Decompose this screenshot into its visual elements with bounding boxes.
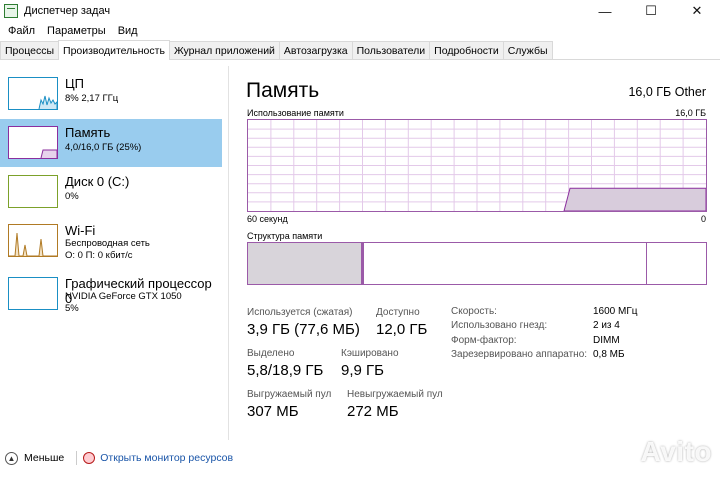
sidebar-item-wifi[interactable]: Wi-Fi Беспроводная сеть О: 0 П: 0 кбит/с [0, 217, 222, 265]
nonpaged-pool-label: Невыгружаемый пул [347, 389, 443, 400]
paged-pool-value: 307 МБ [247, 403, 299, 420]
sidebar-item-memory[interactable]: Память 4,0/16,0 ГБ (25%) [0, 119, 222, 167]
gpu-thumbnail [8, 277, 58, 310]
tab-processes[interactable]: Процессы [0, 41, 60, 59]
menu-view[interactable]: Вид [112, 25, 144, 37]
disk-subtitle: 0% [65, 191, 79, 202]
tab-startup[interactable]: Автозагрузка [278, 41, 353, 59]
committed-label: Выделено [247, 348, 295, 359]
usage-graph-label: Использование памяти [247, 108, 344, 118]
menu-bar: Файл Параметры Вид [0, 22, 720, 40]
resource-monitor-icon[interactable] [83, 452, 96, 464]
tab-performance[interactable]: Производительность [58, 40, 170, 60]
paged-pool-label: Выгружаемый пул [247, 389, 332, 400]
cpu-subtitle: 8% 2,17 ГГц [65, 93, 119, 104]
tab-services[interactable]: Службы [502, 41, 553, 59]
wifi-throughput: О: 0 П: 0 кбит/с [65, 250, 133, 261]
tab-app-history[interactable]: Журнал приложений [168, 41, 280, 59]
speed-value: 1600 МГц [593, 306, 638, 317]
avito-watermark: Avito [640, 436, 712, 467]
composition-in-use [248, 243, 362, 284]
wifi-subtitle: Беспроводная сеть [65, 238, 150, 249]
reserved-label: Зарезервировано аппаратно: [451, 349, 588, 360]
minimize-button[interactable]: — [582, 0, 628, 22]
sidebar-item-cpu[interactable]: ЦП 8% 2,17 ГГц [0, 70, 222, 118]
memory-title: Память [65, 125, 111, 140]
resource-list: ЦП 8% 2,17 ГГц Память 4,0/16,0 ГБ (25%) … [0, 70, 222, 440]
sidebar-item-gpu[interactable]: Графический процессор 0 NVIDIA GeForce G… [0, 270, 222, 318]
slots-value: 2 из 4 [593, 320, 620, 331]
committed-value: 5,8/18,9 ГБ [247, 362, 324, 379]
chevron-up-icon[interactable]: ▲ [5, 451, 18, 465]
panel-divider[interactable] [228, 66, 229, 440]
cached-value: 9,9 ГБ [341, 362, 384, 379]
tab-details[interactable]: Подробности [429, 41, 504, 59]
cpu-title: ЦП [65, 76, 84, 91]
composition-standby-edge [646, 243, 647, 284]
window-title: Диспетчер задач [24, 5, 111, 17]
maximize-button[interactable]: ☐ [628, 0, 674, 22]
disk-thumbnail [8, 175, 58, 208]
gpu-usage: 5% [65, 303, 79, 314]
usage-area [563, 187, 706, 211]
memory-total: 16,0 ГБ Other [628, 85, 706, 99]
cached-label: Кэшировано [341, 348, 399, 359]
memory-subtitle: 4,0/16,0 ГБ (25%) [65, 142, 142, 153]
open-resource-monitor-link[interactable]: Открыть монитор ресурсов [100, 452, 233, 464]
graph-x-left: 60 секунд [247, 214, 288, 224]
window-controls: — ☐ ✕ [582, 0, 720, 22]
composition-modified [362, 243, 364, 284]
fewer-details-button[interactable]: Меньше [24, 452, 64, 464]
wifi-thumbnail [8, 224, 58, 257]
structure-label: Структура памяти [247, 231, 323, 241]
memory-usage-graph [247, 119, 707, 212]
bottom-bar: ▲ Меньше Открыть монитор ресурсов [0, 448, 720, 468]
in-use-label: Используется (сжатая) [247, 307, 353, 318]
task-manager-icon [4, 4, 18, 18]
tab-bar: Процессы Производительность Журнал прило… [0, 40, 720, 60]
graph-x-right: 0 [700, 214, 706, 224]
menu-options[interactable]: Параметры [41, 25, 112, 37]
footer-separator [76, 451, 78, 465]
form-factor-value: DIMM [593, 335, 620, 346]
nonpaged-pool-value: 272 МБ [347, 403, 399, 420]
title-bar: Диспетчер задач — ☐ ✕ [0, 0, 720, 22]
in-use-value: 3,9 ГБ (77,6 МБ) [247, 321, 360, 338]
disk-title: Диск 0 (C:) [65, 174, 130, 189]
available-label: Доступно [376, 307, 420, 318]
usage-graph-max: 16,0 ГБ [675, 108, 706, 118]
close-button[interactable]: ✕ [674, 0, 720, 22]
slots-label: Использовано гнезд: [451, 320, 548, 331]
form-factor-label: Форм-фактор: [451, 335, 517, 346]
available-value: 12,0 ГБ [376, 321, 428, 338]
usage-graph-canvas [248, 120, 706, 211]
sidebar-item-disk[interactable]: Диск 0 (C:) 0% [0, 168, 222, 216]
reserved-value: 0,8 МБ [593, 349, 625, 360]
speed-label: Скорость: [451, 306, 497, 317]
cpu-thumbnail [8, 77, 58, 110]
memory-composition-bar [247, 242, 707, 285]
menu-file[interactable]: Файл [2, 25, 41, 37]
wifi-title: Wi-Fi [65, 223, 96, 238]
tab-users[interactable]: Пользователи [351, 41, 431, 59]
memory-thumbnail [8, 126, 58, 159]
page-title: Память [246, 79, 320, 102]
gpu-model: NVIDIA GeForce GTX 1050 [65, 291, 182, 302]
